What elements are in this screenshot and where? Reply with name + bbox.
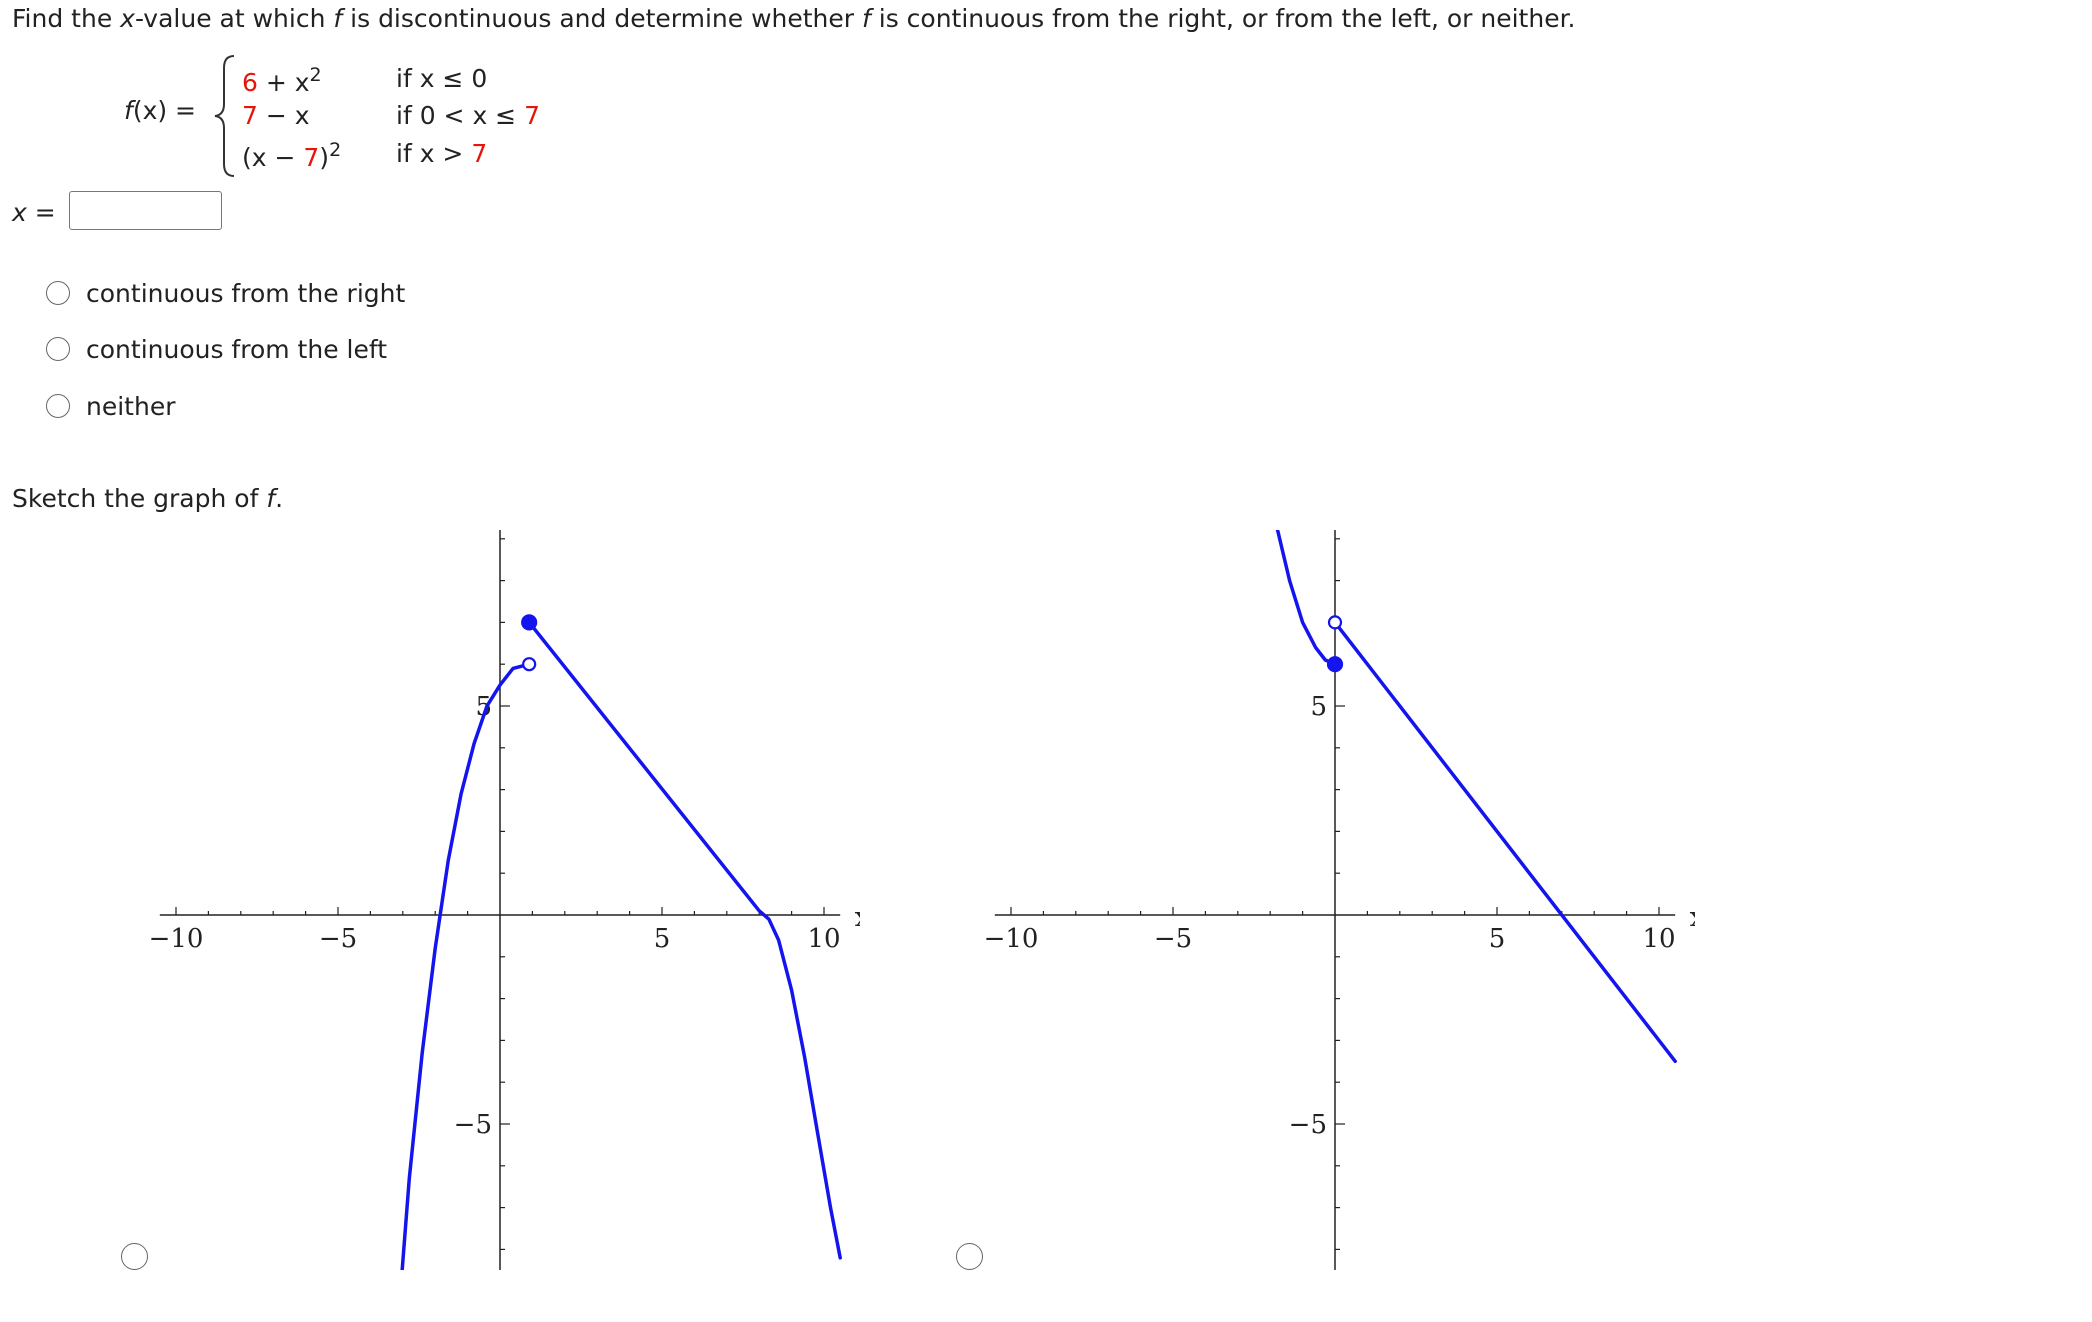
x-tick-label: 5	[1489, 924, 1506, 954]
case-expression: 6 + x2	[242, 64, 322, 97]
math-token: 2	[309, 64, 322, 86]
question-part: is continuous from the right, or from th…	[870, 4, 1576, 33]
brace-icon	[214, 55, 235, 177]
option-continuous-left[interactable]: continuous from the left	[46, 333, 387, 365]
case-condition: if x ≤ 0	[396, 64, 487, 93]
case-condition: if x > 7	[396, 139, 487, 168]
question-var-x: x	[120, 4, 135, 33]
question-part: is discontinuous and determine whether	[342, 4, 862, 33]
answer-label-eq: =	[26, 198, 56, 227]
question-part: -value at which	[134, 4, 334, 33]
answer-label-var: x	[12, 198, 27, 227]
math-token: − x	[257, 101, 310, 130]
case-condition: if 0 < x ≤ 7	[396, 101, 540, 130]
question-var-f: f	[333, 4, 343, 33]
function-lhs-rest: (x) =	[132, 96, 197, 125]
case-expression: 7 − x	[242, 101, 310, 130]
math-token: if x ≤ 0	[396, 64, 488, 93]
option-continuous-right[interactable]: continuous from the right	[46, 277, 405, 309]
math-token: + x	[257, 68, 310, 97]
filled-point-marker	[521, 614, 538, 631]
graph-option-a: −10−5510105−5−10xf(x)	[149, 530, 860, 1270]
x-tick-label: −10	[149, 924, 204, 954]
graph-a-radio[interactable]	[121, 1243, 148, 1270]
sketch-prompt: Sketch the graph of f.	[12, 484, 283, 513]
y-tick-label: −5	[454, 1110, 492, 1140]
graph-b-radio[interactable]	[956, 1243, 983, 1270]
x-axis-label: x	[1690, 902, 1695, 933]
series-line	[400, 662, 531, 1270]
x-tick-label: 5	[654, 924, 671, 954]
series-line	[527, 620, 842, 1260]
math-token: 7	[303, 143, 320, 172]
question-part: Find the	[12, 4, 121, 33]
sketch-text: Sketch the graph of	[12, 484, 267, 513]
question-var-f: f	[862, 4, 871, 33]
option-label: neither	[86, 391, 176, 421]
math-token: (x −	[242, 143, 304, 172]
math-token: 6	[242, 68, 258, 97]
option-label: continuous from the left	[86, 334, 388, 364]
y-tick-label: 5	[1310, 692, 1327, 722]
graph-option-b: −10−5510105−5−10xf(x)	[984, 530, 1695, 1270]
function-name: f	[124, 96, 133, 125]
math-token: 7	[242, 101, 258, 130]
x-tick-label: −5	[319, 924, 357, 954]
radio-button[interactable]	[46, 394, 70, 418]
open-point-marker	[522, 657, 537, 672]
option-neither[interactable]: neither	[46, 390, 175, 422]
x-tick-label: 10	[807, 924, 840, 954]
series-line	[1275, 530, 1337, 666]
function-lhs: f(x) =	[124, 96, 196, 125]
series-line	[1333, 620, 1677, 1064]
math-token: if 0 < x ≤	[396, 101, 525, 130]
answer-label: x =	[12, 198, 56, 227]
math-token: 7	[471, 139, 488, 168]
math-token: 7	[524, 101, 540, 130]
math-token: )	[319, 143, 330, 172]
open-point-marker	[1327, 615, 1343, 630]
case-expression: (x − 7)2	[242, 139, 341, 172]
x-axis-label: x	[855, 902, 860, 933]
sketch-var: f	[266, 484, 276, 513]
y-tick-label: −5	[1289, 1110, 1327, 1140]
radio-button[interactable]	[46, 281, 70, 305]
x-tick-label: 10	[1642, 924, 1675, 954]
question-text: Find the x-value at which f is discontin…	[12, 4, 1576, 33]
radio-button[interactable]	[46, 337, 70, 361]
answer-input[interactable]	[69, 191, 222, 230]
sketch-text: .	[275, 484, 284, 513]
math-token: if x >	[396, 139, 472, 168]
x-tick-label: −10	[984, 924, 1039, 954]
filled-point-marker	[1326, 656, 1344, 673]
option-label: continuous from the right	[86, 278, 406, 308]
math-token: 2	[329, 139, 342, 161]
x-tick-label: −5	[1154, 924, 1192, 954]
